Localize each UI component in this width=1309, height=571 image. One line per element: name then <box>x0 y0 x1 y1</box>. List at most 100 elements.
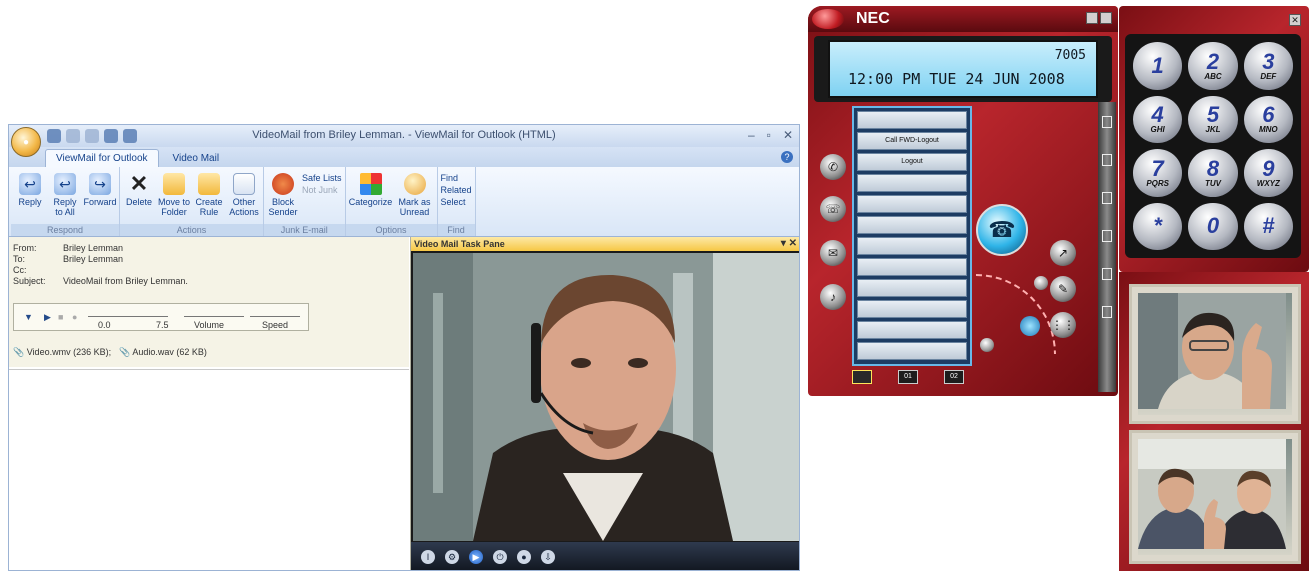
line-key-5[interactable] <box>857 195 967 213</box>
key-hash[interactable]: # <box>1243 202 1293 250</box>
message-icon[interactable]: ✉ <box>820 240 846 266</box>
volume-up-button[interactable] <box>1034 276 1048 290</box>
message-body[interactable] <box>9 369 409 570</box>
reply-button[interactable]: ↩ Reply <box>14 169 46 224</box>
rule-icon <box>198 173 220 195</box>
list-icon[interactable] <box>1102 116 1112 128</box>
line-key-11[interactable] <box>857 321 967 339</box>
page-button-main[interactable] <box>852 370 872 384</box>
key-2[interactable]: 2 ABC <box>1188 42 1238 90</box>
line-key-4[interactable] <box>857 174 967 192</box>
maximize-button[interactable]: ▫ <box>767 128 771 142</box>
task-pane-close-button[interactable]: ▾ ✕ <box>781 237 797 251</box>
related-button[interactable]: Related <box>441 185 472 195</box>
line-key-8[interactable] <box>857 258 967 276</box>
nec-minimize-button[interactable] <box>1086 12 1098 24</box>
speed-slider[interactable] <box>250 316 300 317</box>
play-icon[interactable]: ▶ <box>469 550 483 564</box>
tab-video-mail[interactable]: Video Mail <box>163 150 230 167</box>
line-key-1[interactable] <box>857 111 967 129</box>
office-button[interactable]: ● <box>11 127 41 157</box>
nec-maximize-button[interactable] <box>1100 12 1112 24</box>
move-to-folder-button[interactable]: Move to Folder <box>158 169 190 224</box>
key-1[interactable]: 1 <box>1133 42 1183 90</box>
volume-slider[interactable] <box>184 316 244 317</box>
edit-icon[interactable] <box>1102 306 1112 318</box>
tab-viewmail-for-outlook[interactable]: ViewMail for Outlook <box>45 149 159 167</box>
create-rule-button[interactable]: Create Rule <box>193 169 225 224</box>
close-button[interactable]: ✕ <box>783 128 793 142</box>
from-row: From: Briley Lemman <box>13 243 124 254</box>
attachment-video[interactable]: 📎 Video.wmv (236 KB); <box>13 347 111 358</box>
not-junk-button[interactable]: Not Junk <box>302 185 342 195</box>
key-7[interactable]: 7 PQRS <box>1133 149 1183 197</box>
remote-video-top[interactable] <box>1129 284 1301 424</box>
video-playback[interactable] <box>413 253 799 541</box>
other-actions-button[interactable]: Other Actions <box>228 169 260 224</box>
mark-unread-button[interactable]: Mark as Unread <box>396 169 434 224</box>
line-key-12[interactable] <box>857 342 967 360</box>
key-8[interactable]: 8 TUV <box>1188 149 1238 197</box>
line-key-10[interactable] <box>857 300 967 318</box>
video-call-panel <box>1119 272 1309 571</box>
folder-icon <box>163 173 185 195</box>
line-key-7[interactable] <box>857 237 967 255</box>
help-icon[interactable]: ? <box>781 151 793 163</box>
directory-icon[interactable]: ☏ <box>820 196 846 222</box>
key-0[interactable]: 0 <box>1188 202 1238 250</box>
key-6[interactable]: 6 MNO <box>1243 95 1293 143</box>
screen-icon[interactable] <box>1102 268 1112 280</box>
from-value[interactable]: Briley Lemman <box>63 243 123 254</box>
record-button[interactable]: ● <box>72 312 77 322</box>
window-icon[interactable] <box>1102 230 1112 242</box>
page-button-01[interactable]: 01 <box>898 370 918 384</box>
key-9[interactable]: 9 WXYZ <box>1243 149 1293 197</box>
transfer-button[interactable] <box>1020 316 1040 336</box>
record-icon[interactable]: ● <box>517 550 531 564</box>
position-slider[interactable] <box>88 316 168 317</box>
block-sender-button[interactable]: Block Sender <box>267 169 299 224</box>
page-icon[interactable] <box>1102 154 1112 166</box>
line-key-9[interactable] <box>857 279 967 297</box>
music-icon[interactable]: ♪ <box>820 284 846 310</box>
book-icon[interactable] <box>1102 192 1112 204</box>
keypad-icon[interactable]: ⋮⋮ <box>1050 312 1076 338</box>
settings-icon[interactable]: ⚙ <box>445 550 459 564</box>
play-button[interactable]: ▶ <box>44 312 51 323</box>
dial-keypad: ✕ 1 2 ABC 3 DEF 4 GHI 5 JKL 6 MNO 7 PQRS 8 TUV … <box>1119 6 1309 272</box>
delete-button[interactable]: ✕ Delete <box>123 169 155 224</box>
key-4[interactable]: 4 GHI <box>1133 95 1183 143</box>
key-5[interactable]: 5 JKL <box>1188 95 1238 143</box>
line-key-6[interactable] <box>857 216 967 234</box>
key-3[interactable]: 3 DEF <box>1243 42 1293 90</box>
delete-icon: ✕ <box>129 171 149 196</box>
minimize-button[interactable]: – <box>748 128 755 142</box>
forward-button[interactable]: ↪ Forward <box>84 169 117 224</box>
volume-down-button[interactable] <box>980 338 994 352</box>
power-icon[interactable]: ⏻ <box>493 550 507 564</box>
attachment-audio[interactable]: 📎 Audio.wav (62 KB) <box>119 347 207 358</box>
categorize-button[interactable]: Categorize <box>349 169 393 224</box>
safe-lists-button[interactable]: Safe Lists <box>302 173 342 183</box>
dropdown-icon[interactable]: ▼ <box>24 312 33 322</box>
remote-video-bottom[interactable] <box>1129 430 1301 564</box>
handset-button[interactable]: ☎ <box>976 204 1028 256</box>
reply-all-button[interactable]: ↩ Reply to All <box>49 169 81 224</box>
keypad-close-button[interactable]: ✕ <box>1289 14 1301 26</box>
line-key-3[interactable]: Logout <box>857 153 967 171</box>
task-pane-title: Video Mail Task Pane ▾ ✕ <box>411 237 799 251</box>
phone-icon[interactable]: ✆ <box>820 154 846 180</box>
export-icon[interactable]: ⇩ <box>541 550 555 564</box>
line-key-2[interactable]: Call FWD-Logout <box>857 132 967 150</box>
page-button-02[interactable]: 02 <box>944 370 964 384</box>
find-button[interactable]: Find <box>441 173 472 183</box>
respond-group: ↩ Reply ↩ Reply to All ↪ Forward Respond <box>11 167 120 236</box>
info-icon[interactable]: I <box>421 550 435 564</box>
stop-button[interactable]: ■ <box>58 312 63 322</box>
redial-icon[interactable]: ↗ <box>1050 240 1076 266</box>
select-button[interactable]: Select <box>441 197 472 207</box>
key-star[interactable]: * <box>1133 202 1183 250</box>
tools-icon[interactable]: ✎ <box>1050 276 1076 302</box>
to-value[interactable]: Briley Lemman <box>63 254 123 265</box>
thumbs-up-person-image <box>1138 293 1286 409</box>
